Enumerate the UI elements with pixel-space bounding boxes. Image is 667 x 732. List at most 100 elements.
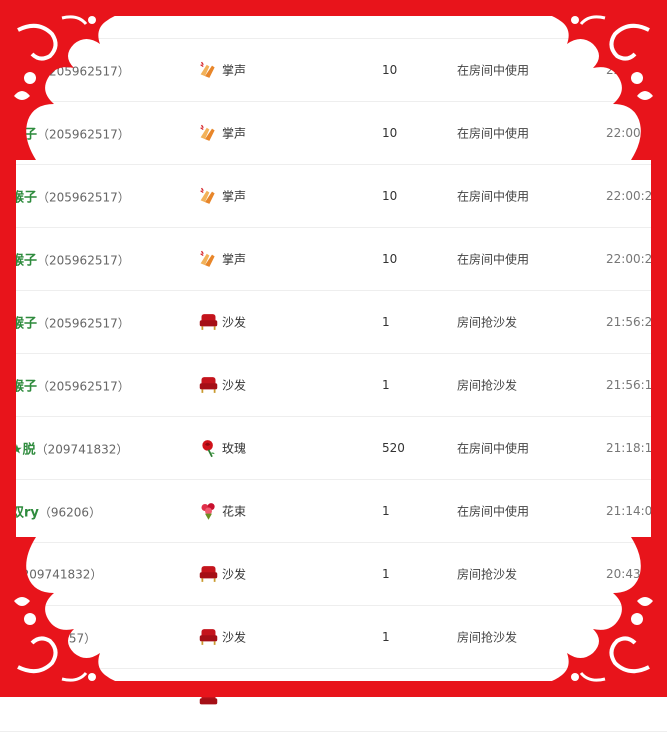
table-row: 三猴子（205962517） 掌声 10 在房间中使用 22:00 (0, 102, 667, 165)
timestamp: 22:00 (606, 63, 641, 77)
user-cell: 灰（44302257） (0, 628, 96, 647)
user-name[interactable]: 三猴子 (0, 65, 37, 80)
timestamp: 21:56:2 (606, 315, 653, 329)
clap-icon (200, 124, 215, 141)
gift-cell: 掌声 (198, 249, 246, 270)
gift-quantity: 1 (382, 315, 390, 329)
sofa-icon (199, 629, 218, 645)
usage-description: 房间抢沙发 (457, 378, 518, 393)
gift-quantity: 1 (382, 504, 390, 518)
frame-bottom-edge (0, 681, 667, 697)
usage-description: 房间抢沙发 (457, 630, 518, 645)
table-row: 三猴子（205962517） 沙发 1 房间抢沙发 21:56:1 (0, 354, 667, 417)
gift-record-table: 三猴子（205962517） 掌声 10 在房间中使用 22:00 三猴子（20… (0, 0, 667, 732)
user-id: （205962517） (37, 127, 130, 142)
clap-icon (200, 250, 215, 267)
gift-cell: 玫瑰 (198, 438, 246, 459)
gift-quantity: 520 (382, 441, 405, 455)
user-cell: 三猴子（205962517） (0, 250, 130, 269)
gift-name: 掌声 (222, 126, 247, 141)
gift-quantity: 10 (382, 126, 398, 140)
user-name[interactable]: 酒★脱 (0, 443, 36, 458)
usage-description: 在房间中使用 (457, 504, 530, 519)
user-name[interactable]: 灰 (0, 632, 11, 647)
user-name[interactable]: ★ (0, 568, 10, 583)
table-row: 灰（44302257） 沙发 1 房间抢沙发 20:4 (0, 606, 667, 669)
user-id: （44302257） (11, 631, 97, 646)
user-cell: 三猴子（205962517） (0, 61, 130, 80)
table-row: ★（209741832） 沙发 1 房间抢沙发 20:43 (0, 543, 667, 606)
gift-quantity: 1 (382, 378, 390, 392)
user-id: （96206） (38, 505, 102, 520)
table-row: 三猴子（205962517） 掌声 10 在房间中使用 22:00 (0, 39, 667, 102)
gift-quantity: 1 (382, 630, 390, 644)
gift-name: 花束 (222, 504, 247, 519)
table-row: 三猴子（205962517） 掌声 10 在房间中使用 22:00:2 (0, 165, 667, 228)
table-row: 酒★脱（209741832） 玫瑰 520 在房间中使用 21:18:1 (0, 417, 667, 480)
clap-icon (200, 187, 215, 204)
gift-quantity: 1 (382, 567, 390, 581)
timestamp: 22:00 (606, 126, 641, 140)
table-row: 三猴子（205962517） 掌声 10 在房间中使用 22:00:2 (0, 228, 667, 291)
gift-cell: 掌声 (198, 60, 246, 81)
sofa-icon (199, 566, 218, 582)
timestamp: 22:00:2 (606, 252, 653, 266)
timestamp: 20:4 (606, 630, 633, 644)
gift-name: 掌声 (222, 252, 247, 267)
table-row (0, 669, 667, 732)
user-id: （205962517） (37, 190, 130, 205)
user-cell: 三猴子（205962517） (0, 187, 130, 206)
gift-name: 沙发 (222, 378, 247, 393)
gift-cell: 沙发 (198, 375, 246, 396)
user-cell: 三猴子（205962517） (0, 376, 130, 395)
gift-quantity: 10 (382, 252, 398, 266)
usage-description: 房间抢沙发 (457, 567, 518, 582)
user-name[interactable]: 三猴子 (0, 254, 37, 269)
gift-cell: 掌声 (198, 123, 246, 144)
gift-cell: 沙发 (198, 312, 246, 333)
user-id: （205962517） (37, 253, 130, 268)
usage-description: 在房间中使用 (457, 126, 530, 141)
gift-name: 掌声 (222, 63, 247, 78)
user-name[interactable]: 三猴子 (0, 191, 37, 206)
usage-description: 在房间中使用 (457, 441, 530, 456)
timestamp: 21:56:1 (606, 378, 653, 392)
frame-top-edge (0, 0, 667, 16)
bouquet-icon (201, 503, 215, 520)
user-name[interactable]: 三猴子 (0, 317, 37, 332)
user-id: （205962517） (37, 64, 130, 79)
timestamp: 21:14:0 (606, 504, 653, 518)
gift-cell: 掌声 (198, 186, 246, 207)
gift-name: 掌声 (222, 189, 247, 204)
user-id: （209741832） (35, 442, 129, 457)
user-id: （209741832） (9, 567, 103, 582)
table-row: 双双ry（96206） 花束 1 在房间中使用 21:14:0 (0, 480, 667, 543)
user-name[interactable]: 双双ry (0, 506, 39, 521)
user-cell: 三猴子（205962517） (0, 313, 130, 332)
timestamp: 20:43 (606, 567, 641, 581)
gift-name: 沙发 (222, 567, 247, 582)
user-name[interactable]: 三猴子 (0, 128, 37, 143)
user-cell: ★（209741832） (0, 566, 102, 583)
sofa-icon (199, 314, 218, 330)
gift-cell: 沙发 (198, 564, 246, 585)
gift-cell: 沙发 (198, 627, 246, 648)
gift-name: 沙发 (222, 630, 247, 645)
timestamp: 22:00:2 (606, 189, 653, 203)
user-cell: 酒★脱（209741832） (0, 439, 128, 458)
sofa-icon (199, 377, 218, 393)
gift-name: 玫瑰 (222, 441, 247, 456)
usage-description: 在房间中使用 (457, 252, 530, 267)
user-cell: 双双ry（96206） (0, 502, 101, 521)
usage-description: 在房间中使用 (457, 189, 530, 204)
gift-cell: 花束 (198, 501, 246, 522)
gift-quantity: 10 (382, 189, 398, 203)
clap-icon (200, 61, 215, 78)
table-row: 三猴子（205962517） 沙发 1 房间抢沙发 21:56:2 (0, 291, 667, 354)
gift-quantity: 10 (382, 63, 398, 77)
rose-icon (202, 440, 215, 458)
user-id: （205962517） (37, 379, 130, 394)
user-name[interactable]: 三猴子 (0, 380, 37, 395)
gift-name: 沙发 (222, 315, 247, 330)
timestamp: 21:18:1 (606, 441, 653, 455)
